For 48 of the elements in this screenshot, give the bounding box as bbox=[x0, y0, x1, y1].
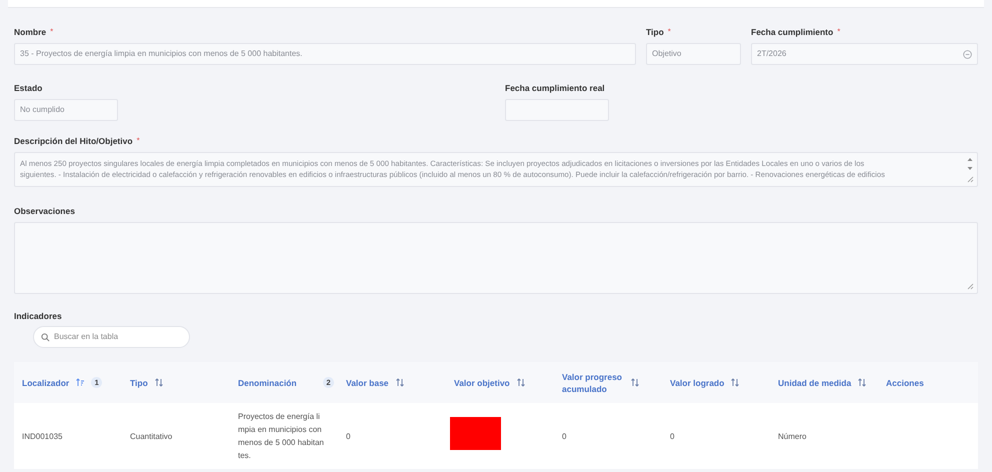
input-field[interactable]: No cumplido bbox=[14, 99, 118, 121]
sort-icon[interactable] bbox=[857, 378, 868, 387]
column-header[interactable]: Valor base bbox=[346, 376, 405, 388]
required-mark: * bbox=[136, 135, 140, 147]
column-header[interactable]: Tipo bbox=[130, 376, 164, 388]
resize-handle-icon[interactable] bbox=[967, 176, 974, 183]
section-title: Indicadores bbox=[14, 310, 63, 322]
field-label: Descripción del Hito/Objetivo bbox=[14, 134, 133, 148]
table-cell-text: 0 bbox=[346, 430, 352, 442]
field-label: Nombre bbox=[14, 26, 46, 38]
input-field[interactable]: 35 - Proyectos de energía limpia en municipios con menos de 5 000 habitantes. bbox=[14, 43, 636, 65]
table-cell-text: Número bbox=[778, 430, 808, 442]
scroll-arrows-icon[interactable] bbox=[967, 157, 973, 171]
table-cell-text: Cuantitativo bbox=[130, 430, 174, 442]
search-icon bbox=[41, 332, 50, 342]
description-textarea[interactable] bbox=[14, 152, 978, 187]
table-cell-text: 0 bbox=[670, 430, 676, 442]
table-cell-text: Proyectos de energía li mpia en municipios con menos de 5 000 habitan tes. bbox=[238, 411, 325, 462]
column-header[interactable]: Unidad de medida bbox=[778, 376, 868, 388]
sort-icon[interactable] bbox=[75, 378, 86, 387]
column-header[interactable]: Acciones bbox=[886, 376, 924, 388]
field-label: Tipo bbox=[646, 26, 664, 38]
field-label: Fecha cumplimiento real bbox=[505, 82, 605, 94]
search-field[interactable]: Buscar en la tabla bbox=[33, 326, 190, 348]
column-header[interactable]: Valor progreso acumulado bbox=[562, 370, 640, 394]
column-header[interactable]: Localizador bbox=[22, 376, 86, 388]
search-input[interactable]: Buscar en la tabla bbox=[54, 331, 182, 343]
column-header[interactable]: Denominación bbox=[238, 376, 297, 388]
required-mark: * bbox=[668, 26, 671, 38]
field-label: Fecha cumplimiento bbox=[751, 26, 834, 38]
field-label: Estado bbox=[14, 82, 42, 94]
required-mark: * bbox=[837, 26, 840, 38]
input-field[interactable]: Objetivo bbox=[646, 43, 741, 65]
column-header[interactable]: Valor logrado bbox=[670, 376, 740, 388]
sort-icon[interactable] bbox=[516, 378, 526, 387]
sort-icon[interactable] bbox=[394, 378, 405, 387]
sort-icon[interactable] bbox=[154, 378, 164, 387]
field-label: Observaciones bbox=[14, 204, 75, 218]
sort-icon[interactable] bbox=[730, 378, 740, 387]
sort-icon[interactable] bbox=[630, 378, 640, 387]
table-cell-text: IND001035 bbox=[22, 430, 64, 442]
clear-icon[interactable] bbox=[963, 50, 972, 58]
input-field[interactable]: 2T/2026 bbox=[751, 43, 978, 65]
column-header[interactable]: Valor objetivo bbox=[454, 376, 526, 388]
table-cell-text: 0 bbox=[562, 430, 568, 442]
redaction-block bbox=[450, 416, 501, 450]
resize-handle-icon[interactable] bbox=[967, 283, 974, 290]
required-mark: * bbox=[50, 26, 54, 38]
